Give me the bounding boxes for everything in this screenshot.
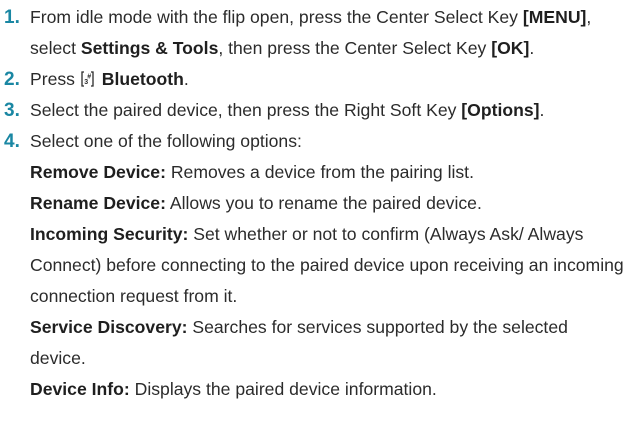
option-label: Rename Device: [30,193,166,213]
step-2: 2. Press 3 # Bluetooth. [4,64,628,95]
step-text: Select the paired device, then press the… [30,100,462,120]
3-hash-key-icon: 3 # [81,71,94,87]
bluetooth-label: Bluetooth [101,69,184,89]
step-number: 4. [4,131,20,152]
option-desc: Allows you to rename the paired device. [165,193,482,213]
menu-key-label: [MENU] [522,7,587,27]
option-label: Device Info: [30,379,130,399]
step-3: 3. Select the paired device, then press … [4,95,628,126]
options-key-label: [Options] [461,100,540,120]
step-number: 1. [4,7,20,28]
option-desc: Displays the paired device information. [129,379,437,399]
step-number: 3. [4,100,20,121]
step-1: 1. From idle mode with the flip open, pr… [4,2,628,64]
option-label: Incoming Security: [30,224,189,244]
option-incoming-security: Incoming Security: Set whether or not to… [4,219,628,312]
step-text: . [529,38,535,58]
step-text: Press [30,69,80,89]
ok-key-label: [OK] [491,38,530,58]
instructions: 1. From idle mode with the flip open, pr… [0,0,628,405]
svg-text:#: # [87,74,91,81]
option-label: Service Discovery: [30,317,188,337]
option-service-discovery: Service Discovery: Searches for services… [4,312,628,374]
step-text: , then press the Center Select Key [218,38,492,58]
option-rename-device: Rename Device: Allows you to rename the … [4,188,628,219]
step-text: . [183,69,189,89]
option-device-info: Device Info: Displays the paired device … [4,374,628,405]
settings-tools-label: Settings & Tools [80,38,219,58]
option-label: Remove Device: [30,162,166,182]
step-text: Select one of the following options: [30,131,302,151]
option-remove-device: Remove Device: Removes a device from the… [4,157,628,188]
step-4: 4. Select one of the following options: [4,126,628,157]
step-text: . [539,100,545,120]
option-desc: Removes a device from the pairing list. [165,162,474,182]
step-number: 2. [4,69,20,90]
step-text: From idle mode with the flip open, press… [30,7,523,27]
